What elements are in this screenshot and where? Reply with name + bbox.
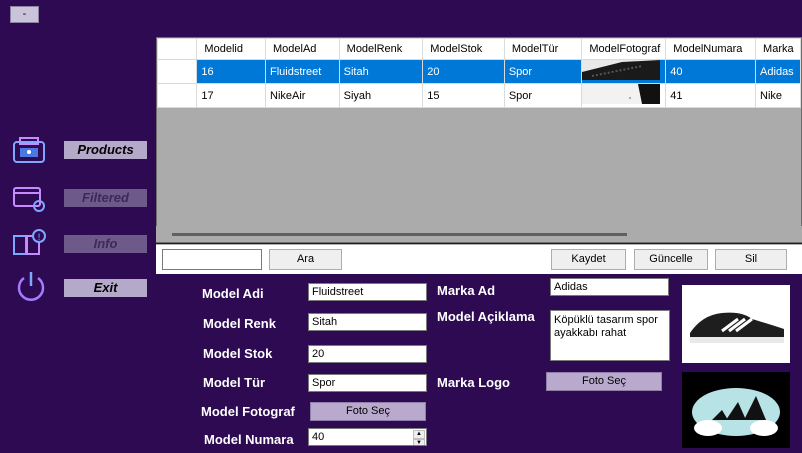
search-input[interactable] [162, 249, 262, 270]
grid-horizontal-scrollbar[interactable] [156, 226, 802, 242]
products-icon [12, 136, 48, 168]
models-grid[interactable]: Modelid ModelAd ModelRenk ModelStok Mode… [156, 37, 802, 243]
row-header-corner [157, 38, 198, 60]
products-button[interactable]: Products [64, 141, 147, 159]
filtered-button[interactable]: Filtered [64, 189, 147, 207]
model-tur-label: Model Tür [203, 375, 266, 390]
model-photo [682, 285, 790, 363]
marka-ad-input[interactable]: Adidas [550, 278, 669, 296]
minimize-button[interactable]: - [10, 6, 39, 23]
column-header[interactable]: ModelTür [503, 38, 583, 60]
table-cell[interactable]: 16 [196, 59, 266, 84]
info-button[interactable]: Info [64, 235, 147, 253]
table-cell[interactable]: Spor [503, 59, 583, 84]
column-header[interactable]: Modelid [196, 38, 266, 60]
model-renk-label: Model Renk [203, 316, 276, 331]
table-cell[interactable]: 17 [196, 83, 266, 108]
table-row[interactable]: ▶ 16 Fluidstreet Sitah 20 Spor 40 Adidas [157, 59, 801, 84]
model-aciklama-textarea[interactable]: Köpüklü tasarım spor ayakkabı rahat [550, 310, 670, 361]
marka-logo-label: Marka Logo [437, 375, 510, 390]
search-button[interactable]: Ara [269, 249, 342, 270]
save-button[interactable]: Kaydet [551, 249, 626, 270]
shoe-thumbnail-image [582, 84, 661, 104]
row-header[interactable] [157, 83, 198, 108]
stepper-down-icon[interactable]: ▼ [413, 439, 425, 445]
column-header[interactable]: ModelRenk [338, 38, 424, 60]
table-cell[interactable]: 20 [422, 59, 505, 84]
power-icon [14, 270, 50, 302]
table-cell[interactable]: 15 [422, 83, 505, 108]
column-header[interactable]: ModelAd [265, 38, 340, 60]
stepper-arrows[interactable]: ▲ ▼ [413, 430, 425, 445]
table-cell[interactable]: Spor [503, 83, 583, 108]
model-numara-value: 40 [312, 431, 325, 443]
table-cell[interactable]: Fluidstreet [265, 59, 340, 84]
model-tur-input[interactable]: Spor [308, 374, 427, 392]
model-stok-input[interactable]: 20 [308, 345, 427, 363]
table-cell[interactable]: 40 [665, 59, 757, 84]
model-foto-sec-button[interactable]: Foto Seç [310, 402, 426, 421]
table-cell[interactable]: 41 [665, 83, 757, 108]
brand-logo-photo [682, 372, 790, 448]
table-cell[interactable]: NikeAir [265, 83, 340, 108]
scrollbar-thumb[interactable] [172, 233, 627, 236]
table-cell[interactable]: Nike [755, 83, 801, 108]
table-cell[interactable]: Siyah [338, 83, 424, 108]
column-header[interactable]: ModelFotograf [581, 38, 667, 60]
table-row[interactable]: 17 NikeAir Siyah 15 Spor 41 Nike [157, 83, 801, 108]
model-adi-input[interactable]: Fluidstreet [308, 283, 427, 301]
table-cell[interactable]: Adidas [755, 59, 801, 84]
filter-settings-icon [12, 182, 48, 214]
update-button[interactable]: Güncelle [634, 249, 708, 270]
model-numara-stepper[interactable]: 40 ▲ ▼ [308, 428, 427, 446]
stepper-up-icon[interactable]: ▲ [413, 430, 425, 439]
column-header[interactable]: Marka [755, 38, 801, 60]
model-numara-label: Model Numara [204, 432, 294, 447]
table-cell[interactable]: Sitah [338, 59, 424, 84]
model-renk-input[interactable]: Sitah [308, 313, 427, 331]
photo-cell[interactable] [581, 59, 667, 84]
svg-text:!: ! [37, 233, 41, 243]
model-stok-label: Model Stok [203, 346, 273, 361]
column-header[interactable]: ModelStok [422, 38, 505, 60]
photo-cell[interactable] [581, 83, 667, 108]
shoe-thumbnail-image [582, 60, 661, 80]
delete-button[interactable]: Sil [715, 249, 787, 270]
info-icon: ! [12, 228, 48, 260]
model-fotograf-label: Model Fotograf [201, 404, 295, 419]
column-header[interactable]: ModelNumara [665, 38, 757, 60]
exit-button[interactable]: Exit [64, 279, 147, 297]
current-row-arrow-icon[interactable]: ▶ [157, 59, 198, 84]
model-adi-label: Model Adi [202, 286, 264, 301]
model-aciklama-label: Model Açiklama [437, 309, 535, 324]
marka-foto-sec-button[interactable]: Foto Seç [546, 372, 662, 391]
marka-ad-label: Marka Ad [437, 283, 496, 298]
